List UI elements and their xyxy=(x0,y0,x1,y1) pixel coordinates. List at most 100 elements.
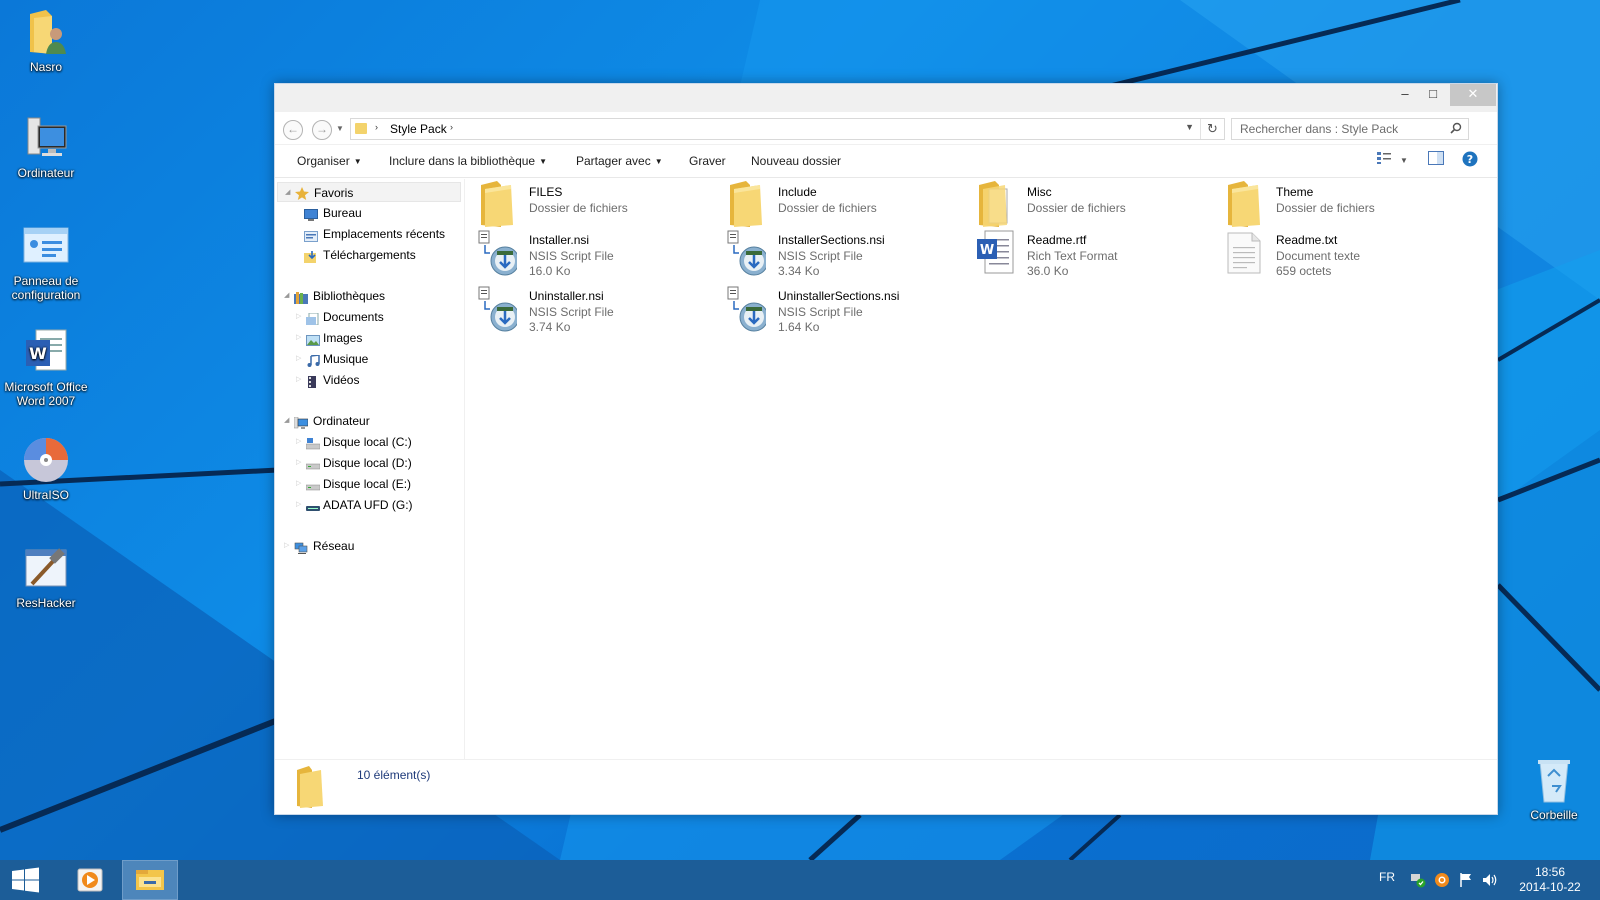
file-item-uninstallersections-nsi[interactable]: UninstallerSections.nsi NSIS Script File… xyxy=(726,285,966,335)
nav-item-videos[interactable]: ▷ Vidéos xyxy=(275,370,464,390)
nav-libraries[interactable]: ◢ Bibliothèques xyxy=(275,286,464,306)
nav-favorites[interactable]: ◢ Favoris xyxy=(277,182,461,202)
file-item-installersections-nsi[interactable]: InstallerSections.nsi NSIS Script File 3… xyxy=(726,229,966,279)
file-item-readme-rtf[interactable]: W Readme.rtf Rich Text Format 36.0 Ko xyxy=(975,229,1215,279)
maximize-button[interactable]: □ xyxy=(1419,84,1447,106)
preview-pane-button[interactable] xyxy=(1425,151,1447,171)
desktop-icon-control-panel[interactable]: Panneau de configuration xyxy=(0,222,92,302)
desktop-icon-ultraiso[interactable]: UltraISO xyxy=(0,436,92,502)
file-size: 16.0 Ko xyxy=(529,264,571,278)
expand-triangle-icon[interactable]: ▷ xyxy=(296,349,301,369)
expand-triangle-icon[interactable]: ▷ xyxy=(296,474,301,494)
nav-item-drive-d[interactable]: ▷ Disque local (D:) xyxy=(275,453,464,473)
nav-item-bureau[interactable]: Bureau xyxy=(275,203,464,223)
view-options-button[interactable] xyxy=(1373,151,1395,171)
desktop-icon-recycle-bin[interactable]: Corbeille xyxy=(1508,756,1600,822)
desktop-icon-reshacker[interactable]: ResHacker xyxy=(0,544,92,610)
help-button[interactable]: ? xyxy=(1459,151,1481,171)
refresh-button[interactable]: ↻ xyxy=(1200,119,1224,139)
start-button[interactable] xyxy=(0,860,50,900)
nav-label: Bibliothèques xyxy=(313,289,386,303)
expand-triangle-icon[interactable]: ▷ xyxy=(284,536,289,556)
rtf-document-icon: W xyxy=(975,229,1015,277)
nav-network[interactable]: ▷ Réseau xyxy=(275,536,464,556)
folder-icon xyxy=(726,181,766,229)
include-library-menu[interactable]: Inclure dans la bibliothèque ▼ xyxy=(389,154,547,168)
forward-button[interactable]: → xyxy=(312,120,332,140)
file-name: Uninstaller.nsi xyxy=(529,289,604,303)
input-language-indicator[interactable]: FR xyxy=(1379,870,1395,884)
nav-item-drive-c[interactable]: ▷ Disque local (C:) xyxy=(275,432,464,452)
action-center-flag-icon[interactable] xyxy=(1458,872,1474,888)
new-folder-button[interactable]: Nouveau dossier xyxy=(751,154,841,168)
collapse-triangle-icon[interactable]: ◢ xyxy=(284,411,289,431)
nav-item-documents[interactable]: ▷ Documents xyxy=(275,307,464,327)
address-bar[interactable]: › Style Pack › ▼ ↻ xyxy=(350,118,1225,140)
system-clock[interactable]: 18:56 2014-10-22 xyxy=(1512,865,1588,895)
caret-down-icon: ▼ xyxy=(539,157,548,166)
recycle-bin-icon xyxy=(1530,756,1578,804)
back-button[interactable]: ← xyxy=(283,120,303,140)
file-item-misc[interactable]: Misc Dossier de fichiers xyxy=(975,181,1215,231)
nav-label: Disque local (D:) xyxy=(323,456,412,470)
expand-triangle-icon[interactable]: ▷ xyxy=(296,432,301,452)
desktop-icon-nasro[interactable]: Nasro xyxy=(0,8,92,74)
nav-item-drive-e[interactable]: ▷ Disque local (E:) xyxy=(275,474,464,494)
refresh-icon: ↻ xyxy=(1207,121,1218,136)
file-item-installer-nsi[interactable]: Installer.nsi NSIS Script File 16.0 Ko xyxy=(477,229,717,279)
file-list[interactable]: FILES Dossier de fichiers Include Dossie… xyxy=(471,179,1491,754)
clock-time: 18:56 xyxy=(1534,865,1566,879)
close-button[interactable]: ✕ xyxy=(1450,84,1496,106)
file-item-readme-txt[interactable]: Readme.txt Document texte 659 octets xyxy=(1224,229,1464,279)
file-item-theme[interactable]: Theme Dossier de fichiers xyxy=(1224,181,1464,231)
file-type: NSIS Script File xyxy=(529,305,614,319)
collapse-triangle-icon[interactable]: ◢ xyxy=(285,183,290,203)
expand-triangle-icon[interactable]: ▷ xyxy=(296,328,301,348)
search-icon[interactable] xyxy=(1450,122,1462,137)
file-item-files[interactable]: FILES Dossier de fichiers xyxy=(477,181,717,231)
expand-triangle-icon[interactable]: ▷ xyxy=(296,453,301,473)
breadcrumb-separator[interactable]: › xyxy=(450,122,453,132)
desktop-icon-label: Ordinateur xyxy=(17,166,75,180)
organize-menu[interactable]: Organiser ▼ xyxy=(297,154,362,168)
expand-triangle-icon[interactable]: ▷ xyxy=(296,495,301,515)
security-shield-icon[interactable] xyxy=(1410,872,1426,888)
minimize-button[interactable]: – xyxy=(1391,84,1419,106)
expand-triangle-icon[interactable]: ▷ xyxy=(296,370,301,390)
nav-item-images[interactable]: ▷ Images xyxy=(275,328,464,348)
share-menu[interactable]: Partager avec ▼ xyxy=(576,154,663,168)
nav-item-drive-g[interactable]: ▷ ADATA UFD (G:) xyxy=(275,495,464,515)
file-item-include[interactable]: Include Dossier de fichiers xyxy=(726,181,966,231)
nav-computer[interactable]: ◢ Ordinateur xyxy=(275,411,464,431)
navigation-pane: ◢ Favoris Bureau Emplacements récents Té… xyxy=(275,179,465,767)
collapse-triangle-icon[interactable]: ◢ xyxy=(284,286,289,306)
title-bar[interactable]: – □ ✕ xyxy=(275,84,1497,112)
burn-button[interactable]: Graver xyxy=(689,154,726,168)
file-type: Dossier de fichiers xyxy=(1276,201,1375,215)
desktop-icon-word[interactable]: W Microsoft Office Word 2007 xyxy=(0,328,92,408)
file-name: Theme xyxy=(1276,185,1314,199)
breadcrumb-separator[interactable]: › xyxy=(375,122,378,132)
search-input[interactable]: Rechercher dans : Style Pack xyxy=(1231,118,1469,140)
view-dropdown-button[interactable]: ▼ xyxy=(1397,151,1411,171)
expand-triangle-icon[interactable]: ▷ xyxy=(296,307,301,327)
nav-item-downloads[interactable]: Téléchargements xyxy=(275,245,464,265)
explorer-window[interactable]: – □ ✕ ← → ▼ › Style Pack › ▼ ↻ Recherche… xyxy=(274,83,1498,815)
recent-locations-button[interactable]: ▼ xyxy=(336,124,344,133)
avast-icon[interactable] xyxy=(1434,872,1450,888)
address-history-button[interactable]: ▼ xyxy=(1185,122,1194,132)
caret-down-icon: ▼ xyxy=(353,157,362,166)
file-item-uninstaller-nsi[interactable]: Uninstaller.nsi NSIS Script File 3.74 Ko xyxy=(477,285,717,335)
details-pane: 10 élément(s) xyxy=(275,759,1497,814)
desktop-icon-computer[interactable]: Ordinateur xyxy=(0,114,92,180)
nav-item-music[interactable]: ▷ Musique xyxy=(275,349,464,369)
taskbar-media-player[interactable] xyxy=(68,860,110,900)
documents-icon xyxy=(306,311,320,326)
star-icon xyxy=(295,186,309,200)
nav-item-recent-places[interactable]: Emplacements récents xyxy=(275,224,464,244)
desktop-icon-label: Panneau de configuration xyxy=(11,274,81,302)
volume-icon[interactable] xyxy=(1482,872,1498,888)
taskbar-file-explorer[interactable] xyxy=(122,860,178,900)
folder-icon xyxy=(975,181,1015,229)
breadcrumb-style-pack[interactable]: Style Pack xyxy=(390,122,447,136)
